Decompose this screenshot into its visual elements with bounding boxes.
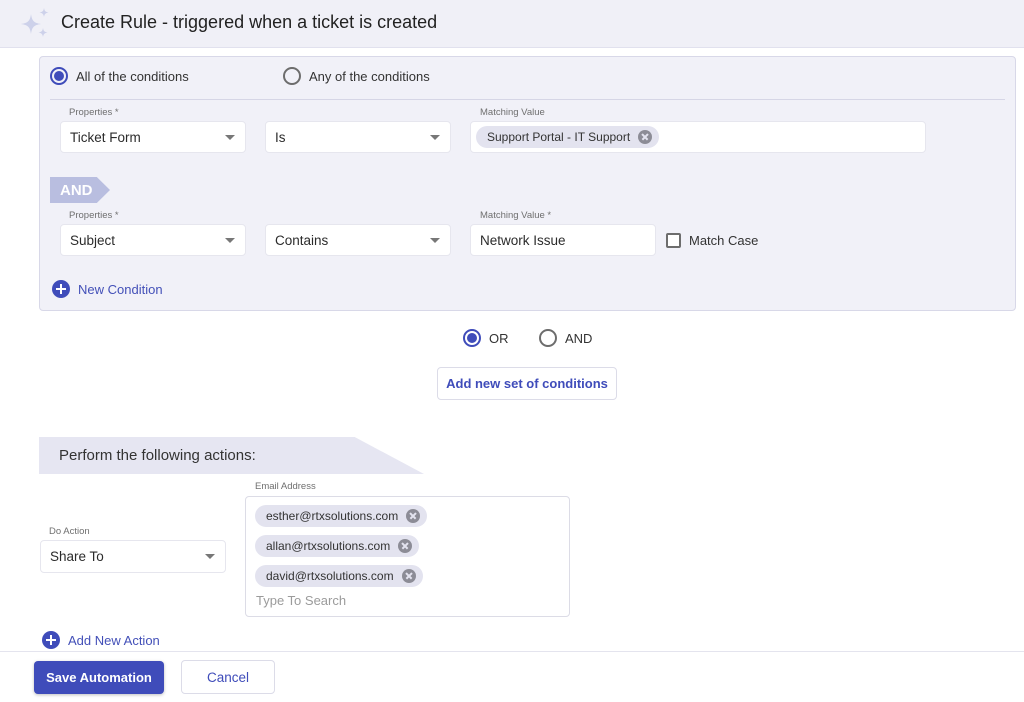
plus-circle-icon <box>52 280 70 298</box>
cancel-button[interactable]: Cancel <box>181 660 275 694</box>
email-chip: esther@rtxsolutions.com <box>255 505 428 527</box>
remove-chip-icon[interactable] <box>406 509 421 523</box>
remove-chip-icon[interactable] <box>398 539 413 553</box>
do-action-select[interactable]: Share To <box>40 540 226 573</box>
radio-set-and[interactable]: AND <box>539 329 592 347</box>
plus-circle-icon <box>42 631 60 649</box>
value-chip: Support Portal - IT Support <box>476 126 660 148</box>
email-chip-list: esther@rtxsolutions.com allan@rtxsolutio… <box>255 505 428 587</box>
page-header: Create Rule - triggered when a ticket is… <box>0 0 1024 48</box>
matching-value-label: Matching Value <box>480 107 545 118</box>
chevron-down-icon <box>225 238 235 243</box>
remove-chip-icon[interactable] <box>638 130 653 144</box>
radio-set-or[interactable]: OR <box>463 329 509 347</box>
operator-value: Is <box>275 129 286 145</box>
new-condition-label: New Condition <box>78 281 163 297</box>
chevron-down-icon <box>430 238 440 243</box>
chip-label: esther@rtxsolutions.com <box>266 509 399 523</box>
property-select[interactable]: Ticket Form <box>60 121 246 153</box>
property-value: Ticket Form <box>70 129 141 145</box>
and-joiner-tag: AND <box>50 177 110 203</box>
divider <box>50 99 1005 100</box>
radio-dot <box>539 329 557 347</box>
email-address-input[interactable]: esther@rtxsolutions.com allan@rtxsolutio… <box>245 496 570 617</box>
radio-any-conditions[interactable]: Any of the conditions <box>283 67 430 85</box>
match-case-label: Match Case <box>689 233 759 248</box>
chip-label: david@rtxsolutions.com <box>266 569 394 583</box>
add-new-action-label: Add New Action <box>68 632 160 648</box>
chip-label: allan@rtxsolutions.com <box>266 539 391 553</box>
property-label: Properties * <box>69 107 119 118</box>
page-title: Create Rule - triggered when a ticket is… <box>61 12 438 32</box>
radio-label: AND <box>565 330 593 346</box>
chevron-down-icon <box>430 135 440 140</box>
property-label: Properties * <box>69 210 119 221</box>
condition-set-panel: All of the conditions Any of the conditi… <box>39 56 1016 311</box>
radio-label: OR <box>489 330 509 346</box>
matching-value-text: Network Issue <box>480 232 566 248</box>
save-automation-button[interactable]: Save Automation <box>34 661 164 694</box>
new-condition-button[interactable]: New Condition <box>52 280 163 298</box>
chevron-down-icon <box>225 135 235 140</box>
matching-value-chip-input[interactable]: Support Portal - IT Support <box>470 121 926 153</box>
footer-divider <box>0 651 1024 652</box>
checkbox-box <box>666 233 681 248</box>
do-action-value: Share To <box>50 549 104 564</box>
operator-value: Contains <box>275 232 329 248</box>
email-search-placeholder[interactable]: Type To Search <box>256 593 346 608</box>
sparkle-icon <box>21 8 49 37</box>
property-select[interactable]: Subject <box>60 224 246 256</box>
do-action-label: Do Action <box>49 526 90 537</box>
add-condition-set-button[interactable]: Add new set of conditions <box>437 367 617 400</box>
actions-banner: Perform the following actions: <box>39 437 424 474</box>
matching-value-input[interactable]: Network Issue <box>470 224 656 256</box>
add-new-action-button[interactable]: Add New Action <box>42 631 160 649</box>
radio-all-conditions[interactable]: All of the conditions <box>50 67 189 85</box>
remove-chip-icon[interactable] <box>401 569 416 583</box>
chip-label: Support Portal - IT Support <box>487 130 631 144</box>
property-value: Subject <box>70 232 116 248</box>
radio-dot <box>50 67 68 85</box>
radio-dot <box>283 67 301 85</box>
operator-select[interactable]: Contains <box>265 224 451 256</box>
radio-label: Any of the conditions <box>309 68 430 84</box>
radio-label: All of the conditions <box>76 68 189 84</box>
chevron-down-icon <box>205 554 215 559</box>
operator-select[interactable]: Is <box>265 121 451 153</box>
matching-value-label: Matching Value * <box>480 210 552 221</box>
radio-dot <box>463 329 481 347</box>
email-chip: allan@rtxsolutions.com <box>255 535 420 557</box>
email-address-label: Email Address <box>255 481 316 492</box>
email-chip: david@rtxsolutions.com <box>255 565 423 587</box>
match-case-checkbox[interactable]: Match Case <box>666 233 758 248</box>
